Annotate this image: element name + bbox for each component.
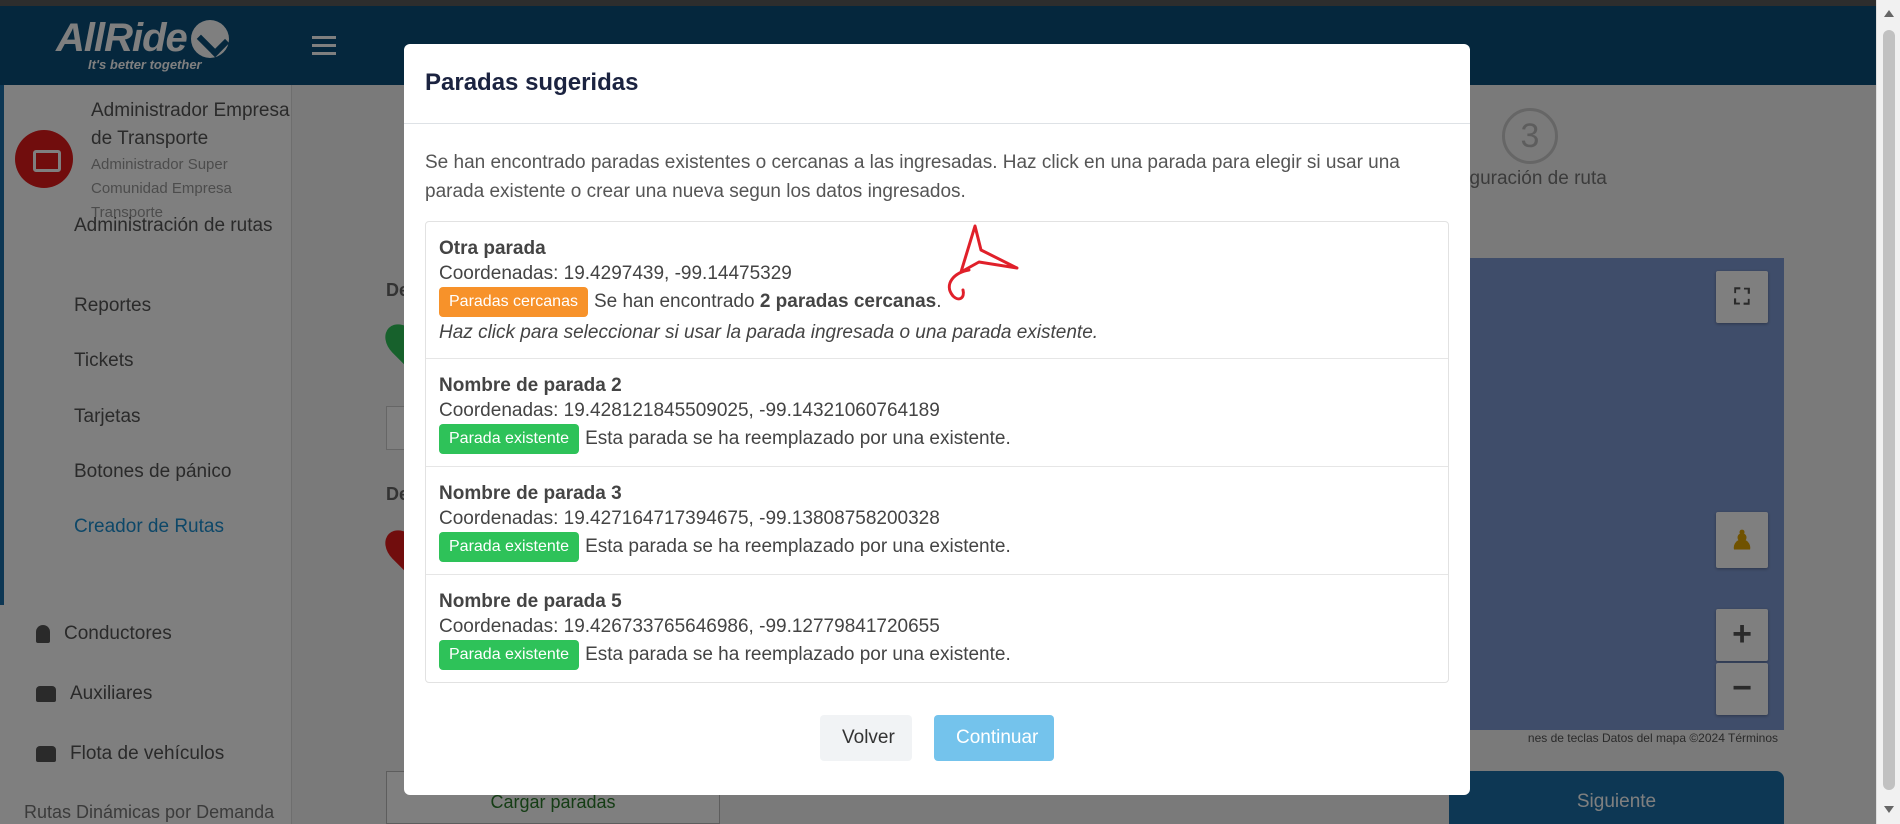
stop-status: Parada existente Esta parada se ha reemp… <box>439 532 1435 562</box>
stop-coordinates: Coordenadas: 19.426733765646986, -99.127… <box>439 616 940 637</box>
stop-status: Parada existente Esta parada se ha reemp… <box>439 640 1435 670</box>
stop-status: Parada existente Esta parada se ha reemp… <box>439 424 1435 454</box>
stop-status-text: Esta parada se ha reemplazado por una ex… <box>585 536 1011 557</box>
stop-name: Nombre de parada 3 <box>439 483 622 504</box>
scroll-up-icon[interactable] <box>1884 10 1894 17</box>
stop-name: Nombre de parada 2 <box>439 375 622 396</box>
stop-name: Nombre de parada 5 <box>439 591 622 612</box>
stop-item-3[interactable]: Nombre de parada 3 Coordenadas: 19.42716… <box>426 467 1448 575</box>
page-scrollbar[interactable] <box>1876 0 1900 824</box>
modal-title: Paradas sugeridas <box>425 69 639 96</box>
stop-status-text: Esta parada se ha reemplazado por una ex… <box>585 644 1011 665</box>
existing-stop-badge: Parada existente <box>439 532 580 562</box>
circle-stroke <box>947 268 971 301</box>
modal-intro-text: Se han encontrado paradas existentes o c… <box>425 152 1400 202</box>
stop-hint: Haz click para seleccionar si usar la pa… <box>439 322 1099 343</box>
stop-coordinates: Coordenadas: 19.428121845509025, -99.143… <box>439 400 940 421</box>
scrollbar-thumb[interactable] <box>1883 30 1895 790</box>
modal-header: Paradas sugeridas <box>404 44 1470 124</box>
arrow-shape <box>959 224 1019 274</box>
stop-coordinates: Coordenadas: 19.427164717394675, -99.138… <box>439 508 940 529</box>
nearby-stops-badge: Paradas cercanas <box>439 287 588 317</box>
status-prefix: Se han encontrado <box>593 291 760 312</box>
status-count: 2 paradas cercanas <box>759 291 937 312</box>
stop-item-5[interactable]: Nombre de parada 5 Coordenadas: 19.42673… <box>426 575 1448 682</box>
existing-stop-badge: Parada existente <box>439 424 580 454</box>
stop-status-text: Se han encontrado 2 paradas cercanas. <box>594 287 942 317</box>
existing-stop-badge: Parada existente <box>439 640 580 670</box>
modal-footer: Volver Continuar <box>404 715 1470 761</box>
scroll-down-icon[interactable] <box>1884 806 1894 813</box>
stop-status-text: Esta parada se ha reemplazado por una ex… <box>585 428 1011 449</box>
back-button[interactable]: Volver <box>820 715 912 761</box>
continue-button[interactable]: Continuar <box>934 715 1054 761</box>
stop-item-2[interactable]: Nombre de parada 2 Coordenadas: 19.42812… <box>426 359 1448 467</box>
suggested-stops-modal: Paradas sugeridas Se han encontrado para… <box>404 44 1470 795</box>
cursor-annotation-icon <box>947 224 1019 301</box>
modal-body: Se han encontrado paradas existentes o c… <box>404 124 1470 683</box>
